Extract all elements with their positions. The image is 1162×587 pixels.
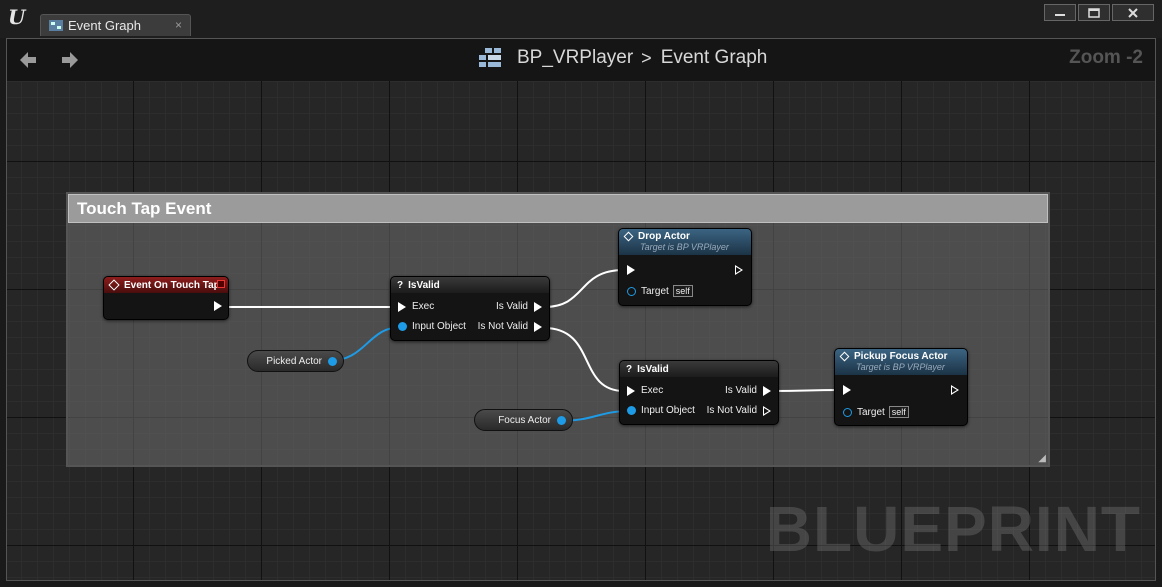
target-pin-icon[interactable] [843, 407, 852, 417]
exec-input-row: Exec [398, 301, 434, 312]
unreal-engine-logo-icon: U [6, 5, 30, 29]
node-subtitle: Target is BP VRPlayer [856, 362, 945, 372]
is-valid-row: Is Valid [725, 385, 771, 396]
event-diamond-icon [108, 279, 120, 291]
minimize-icon [1055, 13, 1065, 16]
exec-wire-isvalid-to-drop [543, 269, 625, 308]
target-self-value: self [672, 285, 693, 297]
node-header: ? IsValid [620, 361, 778, 377]
close-button[interactable] [1112, 4, 1154, 21]
exec-output-pin-icon[interactable] [735, 265, 743, 275]
exec-input-pin-icon[interactable] [627, 385, 635, 396]
pin-label: Is Valid [495, 301, 528, 312]
pin-label: Input Object [412, 321, 466, 332]
svg-text:U: U [8, 5, 27, 29]
exec-input-row [627, 265, 635, 275]
exec-output-pin-icon[interactable] [763, 405, 771, 416]
node-title: IsValid [637, 363, 669, 375]
node-title: Drop Actor [638, 231, 690, 242]
exec-output-pin-icon[interactable] [763, 385, 771, 396]
node-header: Drop Actor Target is BP VRPlayer [619, 229, 751, 255]
object-output-pin-icon[interactable] [557, 415, 566, 425]
pin-label: Is Valid [724, 385, 757, 396]
pin-label: Input Object [641, 405, 695, 416]
pin-label: Is Not Valid [477, 321, 528, 332]
target-row: Target self [843, 406, 909, 418]
pin-label: Exec [641, 385, 664, 396]
input-object-row: Input Object [627, 405, 695, 416]
exec-output-pin-icon[interactable] [214, 301, 222, 311]
exec-output-pin-icon[interactable] [534, 301, 542, 312]
exec-wire-isnotvalid-to-isvalid2 [543, 327, 625, 392]
is-not-valid-row: Is Not Valid [707, 405, 771, 416]
window-controls [1044, 4, 1154, 21]
event-graph-icon [49, 20, 63, 31]
isvalid-node-2[interactable]: ? IsValid Exec Input Object Is Valid Is … [619, 360, 779, 425]
variable-label: Picked Actor [266, 355, 322, 367]
is-valid-row: Is Valid [496, 301, 542, 312]
function-icon [623, 231, 634, 242]
tab-close-icon[interactable]: × [175, 18, 182, 32]
exec-input-row [843, 385, 851, 395]
output-delegate-pin-icon[interactable] [217, 280, 225, 288]
object-input-pin-icon[interactable] [398, 322, 407, 331]
node-header: Event On Touch Tap [104, 277, 228, 293]
node-subtitle: Target is BP VRPlayer [640, 242, 729, 252]
node-title: Pickup Focus Actor [854, 351, 948, 362]
is-not-valid-row: Is Not Valid [478, 321, 542, 332]
exec-input-pin-icon[interactable] [843, 385, 851, 395]
isvalid-node-1[interactable]: ? IsValid Exec Input Object Is Valid Is … [390, 276, 550, 341]
object-output-pin-icon[interactable] [328, 356, 337, 366]
node-header: Pickup Focus Actor Target is BP VRPlayer [835, 349, 967, 375]
pin-label: Target [641, 285, 669, 297]
function-icon [839, 351, 850, 362]
exec-output-pin-icon[interactable] [534, 321, 542, 332]
target-self-value: self [888, 406, 909, 418]
tab-event-graph[interactable]: Event Graph × [40, 14, 191, 36]
target-pin-icon[interactable] [627, 286, 636, 296]
event-on-touch-tap-node[interactable]: Event On Touch Tap [103, 276, 229, 320]
pin-label: Exec [412, 301, 435, 312]
title-bar: U Event Graph × [0, 0, 1162, 38]
exec-output-row [951, 385, 959, 395]
input-object-row: Input Object [398, 321, 466, 332]
close-icon [1128, 7, 1138, 18]
macro-question-icon: ? [397, 279, 404, 291]
focus-actor-variable[interactable]: Focus Actor [474, 409, 573, 431]
macro-question-icon: ? [626, 363, 633, 375]
node-title: IsValid [408, 279, 440, 291]
exec-input-row: Exec [627, 385, 663, 396]
node-title: Event On Touch Tap [124, 279, 220, 291]
pin-label: Is Not Valid [706, 405, 757, 416]
pickup-focus-actor-node[interactable]: Pickup Focus Actor Target is BP VRPlayer… [834, 348, 968, 426]
picked-actor-variable[interactable]: Picked Actor [247, 350, 344, 372]
object-input-pin-icon[interactable] [627, 406, 636, 415]
maximize-icon [1088, 7, 1100, 18]
node-header: ? IsValid [391, 277, 549, 293]
target-row: Target self [627, 285, 693, 297]
exec-input-pin-icon[interactable] [627, 265, 635, 275]
minimize-button[interactable] [1044, 4, 1076, 21]
exec-output-pin-icon[interactable] [951, 385, 959, 395]
graph-editor[interactable]: BP_VRPlayer > Event Graph Zoom -2 BLUEPR… [6, 38, 1156, 581]
variable-label: Focus Actor [498, 414, 551, 426]
exec-input-pin-icon[interactable] [398, 301, 406, 312]
maximize-button[interactable] [1078, 4, 1110, 21]
exec-wire-isvalid2-to-pickup [771, 389, 841, 392]
drop-actor-node[interactable]: Drop Actor Target is BP VRPlayer Target … [618, 228, 752, 306]
exec-output-row [735, 265, 743, 275]
tab-label: Event Graph [68, 18, 141, 33]
pin-label: Target [857, 406, 885, 418]
exec-output-row [214, 301, 222, 311]
